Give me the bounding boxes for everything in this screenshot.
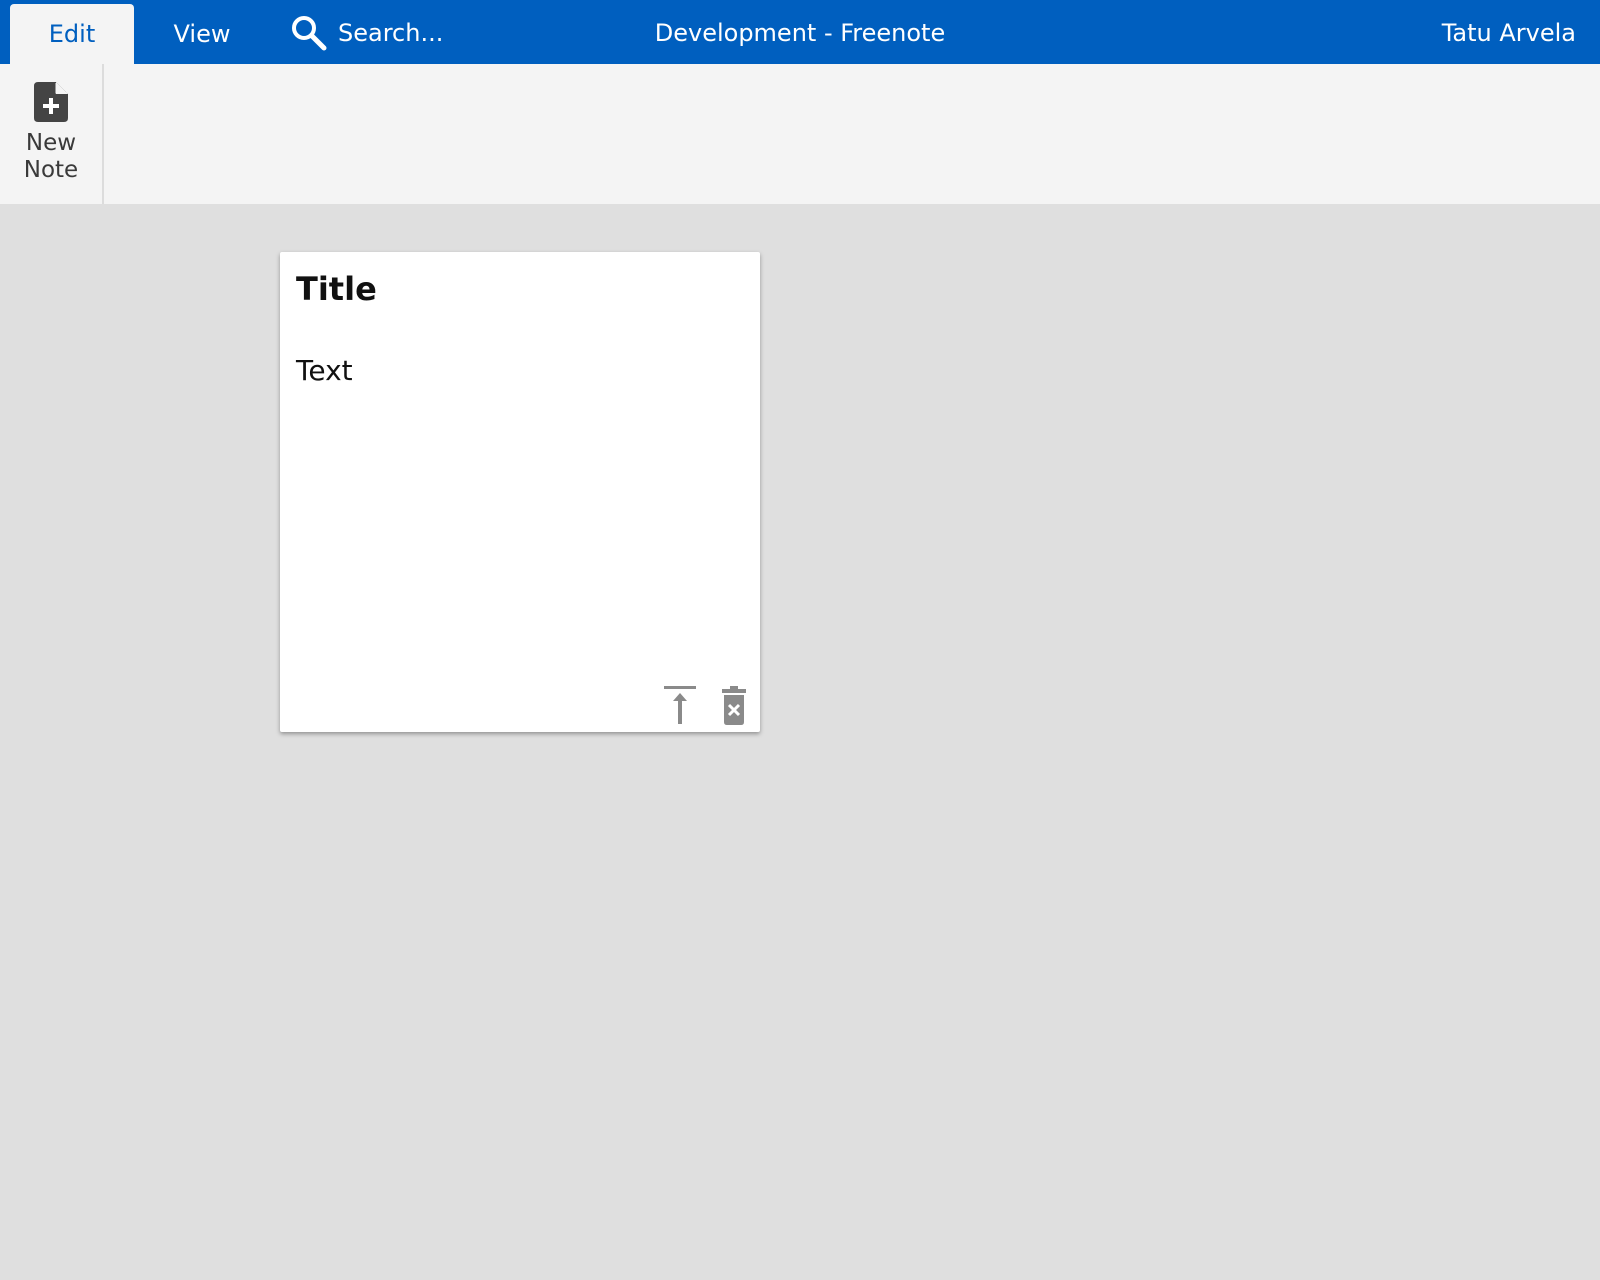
tab-edit-label: Edit — [48, 20, 96, 48]
search-input[interactable] — [338, 19, 538, 47]
move-to-top-icon[interactable] — [660, 684, 700, 726]
tab-edit[interactable]: Edit — [10, 4, 134, 64]
note-card[interactable]: Title Text — [280, 252, 760, 732]
new-note-label: New Note — [23, 130, 79, 183]
note-text[interactable]: Text — [296, 354, 353, 387]
new-note-button[interactable]: New Note — [0, 64, 104, 204]
tab-view[interactable]: View — [154, 4, 250, 64]
search-icon[interactable] — [290, 14, 328, 52]
note-title[interactable]: Title — [296, 270, 377, 308]
ribbon-toolbar: New Note — [0, 64, 1600, 204]
top-bar: Edit View Development - Freenote Tatu Ar… — [0, 0, 1600, 64]
file-plus-icon — [34, 82, 68, 126]
user-name[interactable]: Tatu Arvela — [1442, 0, 1576, 66]
delete-icon[interactable] — [716, 684, 756, 726]
tab-view-label: View — [173, 20, 231, 48]
search-box — [290, 8, 550, 58]
